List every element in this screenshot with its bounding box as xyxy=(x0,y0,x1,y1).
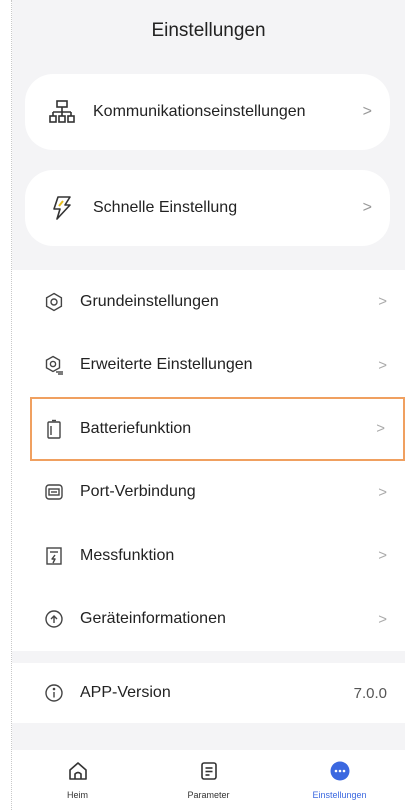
list-item-label: Grundeinstellungen xyxy=(80,292,219,310)
port-icon xyxy=(44,482,64,502)
quick-settings-card[interactable]: Schnelle Einstellung > xyxy=(25,170,390,246)
tab-settings[interactable]: Einstellungen xyxy=(285,760,395,800)
chevron-right-icon: > xyxy=(378,356,387,374)
tab-label: Parameter xyxy=(187,790,230,800)
settings-list: Grundeinstellungen > Erweiterte Einstell… xyxy=(12,270,405,651)
bottom-tab-bar: Heim Parameter Einstellungen xyxy=(12,750,405,810)
home-icon xyxy=(67,760,89,787)
more-dots-icon xyxy=(329,760,351,787)
list-item-device-information[interactable]: Geräteinformationen > xyxy=(12,588,405,652)
left-page-margin xyxy=(0,0,12,810)
battery-icon xyxy=(44,419,64,439)
app-version-value: 7.0.0 xyxy=(353,684,387,702)
advanced-gear-icon xyxy=(44,355,64,375)
chevron-right-icon: > xyxy=(362,103,372,120)
chevron-right-icon: > xyxy=(378,610,387,628)
network-icon xyxy=(49,99,75,125)
list-item-battery-function[interactable]: Batteriefunktion > xyxy=(30,397,405,461)
communication-settings-card[interactable]: Kommunikationseinstellungen > xyxy=(25,74,390,150)
list-item-label: Messfunktion xyxy=(80,546,175,564)
app-version-row: APP-Version 7.0.0 xyxy=(12,663,405,723)
list-item-basic-settings[interactable]: Grundeinstellungen > xyxy=(12,270,405,334)
tab-label: Heim xyxy=(66,790,88,800)
page-title: Einstellungen xyxy=(12,0,405,62)
tab-label: Einstellungen xyxy=(312,790,367,800)
list-item-label: Geräteinformationen xyxy=(80,610,226,628)
gear-icon xyxy=(44,292,64,312)
document-icon xyxy=(198,760,220,787)
chevron-right-icon: > xyxy=(378,293,387,311)
list-item-label: Erweiterte Einstellungen xyxy=(80,356,253,374)
card-label: Schnelle Einstellung xyxy=(93,199,238,216)
tab-parameter[interactable]: Parameter xyxy=(154,760,264,800)
list-item-label: Batteriefunktion xyxy=(80,419,192,437)
list-item-advanced-settings[interactable]: Erweiterte Einstellungen > xyxy=(12,334,405,398)
info-icon xyxy=(44,683,64,703)
chevron-right-icon: > xyxy=(362,199,372,216)
lightning-icon xyxy=(49,195,75,221)
tab-home[interactable]: Heim xyxy=(23,760,133,800)
meter-icon xyxy=(44,546,64,566)
chevron-right-icon: > xyxy=(378,483,387,501)
chevron-right-icon: > xyxy=(378,547,387,565)
card-label: Kommunikationseinstellungen xyxy=(93,103,306,120)
list-item-label: Port-Verbindung xyxy=(80,483,196,501)
list-item-port-connection[interactable]: Port-Verbindung > xyxy=(12,461,405,525)
device-info-icon xyxy=(44,609,64,629)
app-version-label: APP-Version xyxy=(80,684,171,701)
chevron-right-icon: > xyxy=(376,420,385,438)
list-item-measurement-function[interactable]: Messfunktion > xyxy=(12,524,405,588)
